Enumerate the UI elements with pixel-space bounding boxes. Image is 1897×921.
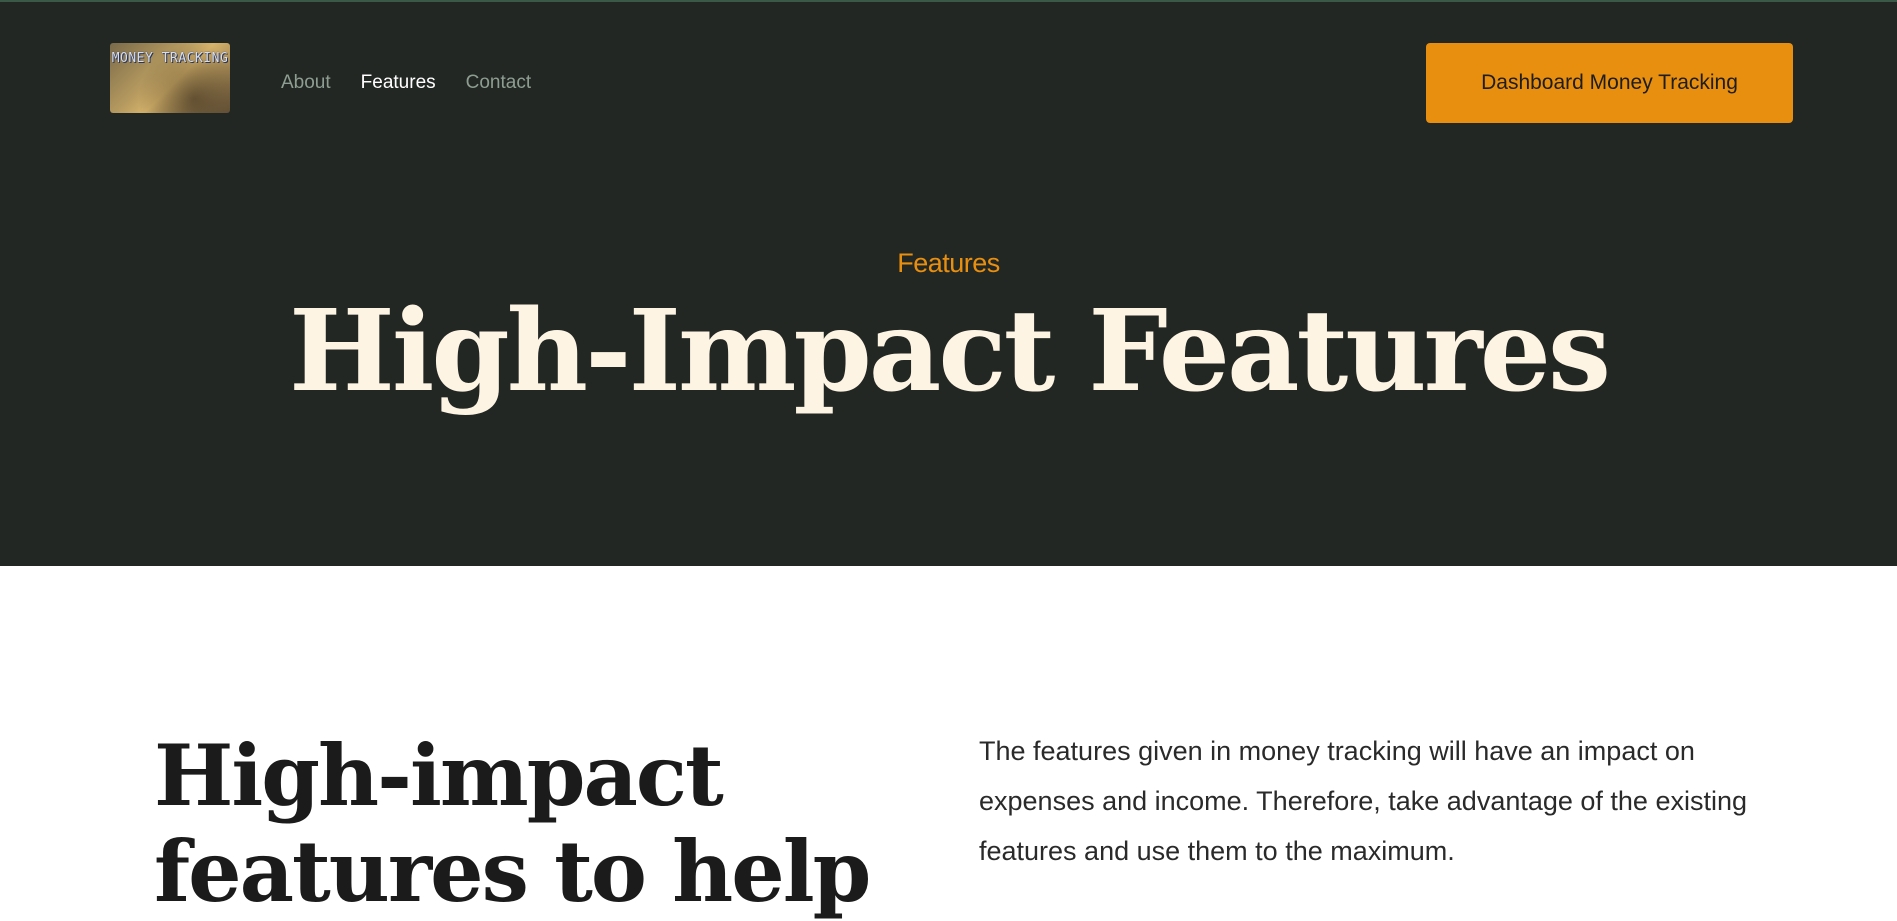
hero-eyebrow: Features [897, 248, 1000, 278]
logo[interactable]: MONEY TRACKING [110, 43, 230, 113]
dashboard-button[interactable]: Dashboard Money Tracking [1426, 43, 1793, 123]
nav-link-about[interactable]: About [281, 72, 331, 94]
hero-title: High-Impact Features [289, 286, 1611, 417]
hero-section: MONEY TRACKING About Features Contact Da… [0, 0, 1897, 566]
nav-link-contact[interactable]: Contact [466, 72, 531, 94]
nav-link-features[interactable]: Features [361, 72, 436, 94]
intro-title: High-impact features to help [154, 726, 871, 921]
main-nav: About Features Contact [281, 72, 531, 94]
intro-body: The features given in money tracking wil… [979, 736, 1747, 866]
logo-text: MONEY TRACKING [111, 51, 229, 66]
